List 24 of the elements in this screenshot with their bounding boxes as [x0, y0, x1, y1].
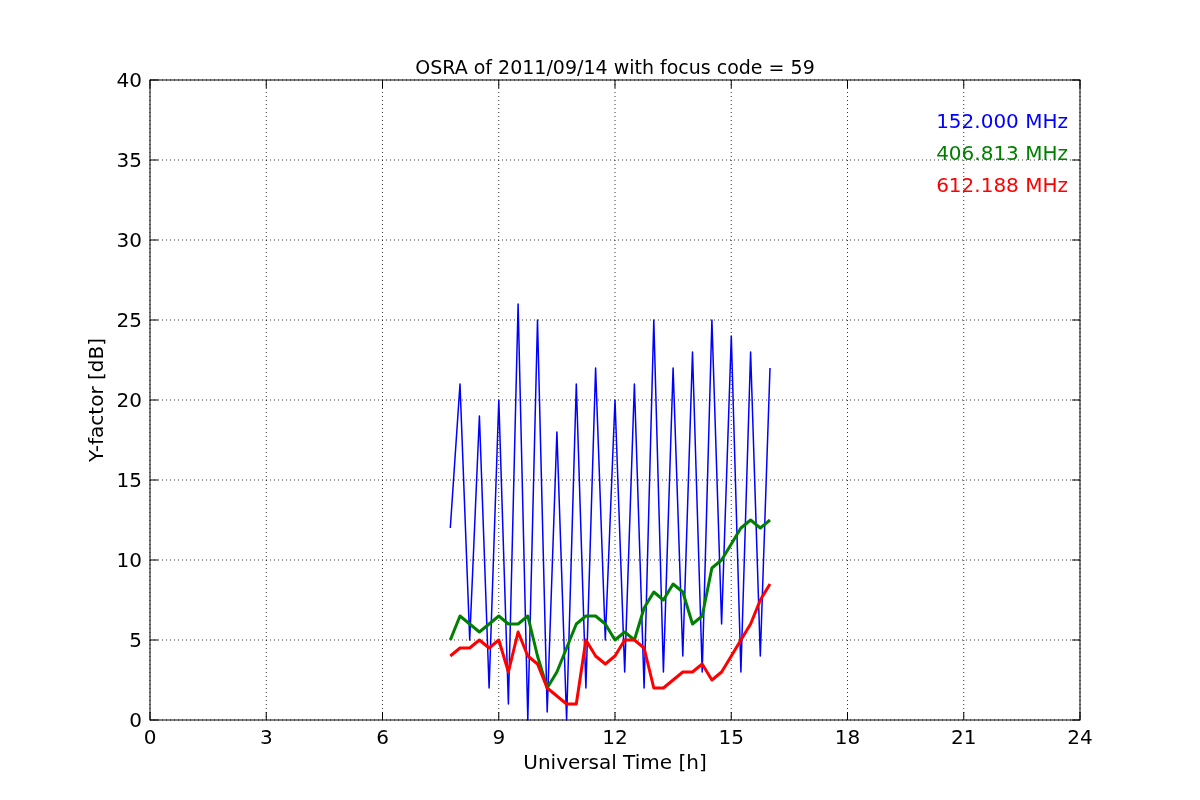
x-tick-label: 18	[834, 725, 861, 749]
x-axis-label: Universal Time [h]	[523, 750, 707, 774]
y-tick-label: 40	[116, 68, 142, 92]
y-tick-label: 0	[129, 708, 142, 732]
y-tick-label: 15	[116, 468, 142, 492]
x-tick-label: 6	[376, 725, 389, 749]
y-tick-label: 35	[116, 148, 142, 172]
x-tick-label: 12	[602, 725, 628, 749]
y-tick-label: 10	[116, 548, 142, 572]
y-tick-label: 5	[129, 628, 142, 652]
x-tick-label: 21	[951, 725, 977, 749]
x-tick-label: 3	[259, 725, 273, 749]
x-tick-label: 24	[1067, 725, 1093, 749]
chart-title: OSRA of 2011/09/14 with focus code = 59	[415, 56, 815, 78]
x-tick-label: 9	[492, 725, 506, 749]
legend-label: 406.813 MHz	[936, 141, 1068, 165]
legend-label: 612.188 MHz	[936, 173, 1068, 197]
x-tick-label: 15	[718, 725, 744, 749]
y-tick-label: 30	[116, 228, 142, 252]
y-tick-label: 25	[116, 308, 142, 332]
legend-label: 152.000 MHz	[936, 109, 1068, 133]
x-tick-label: 0	[143, 725, 157, 749]
y-axis-label: Y-factor [dB]	[84, 338, 108, 462]
y-tick-label: 20	[116, 388, 142, 412]
